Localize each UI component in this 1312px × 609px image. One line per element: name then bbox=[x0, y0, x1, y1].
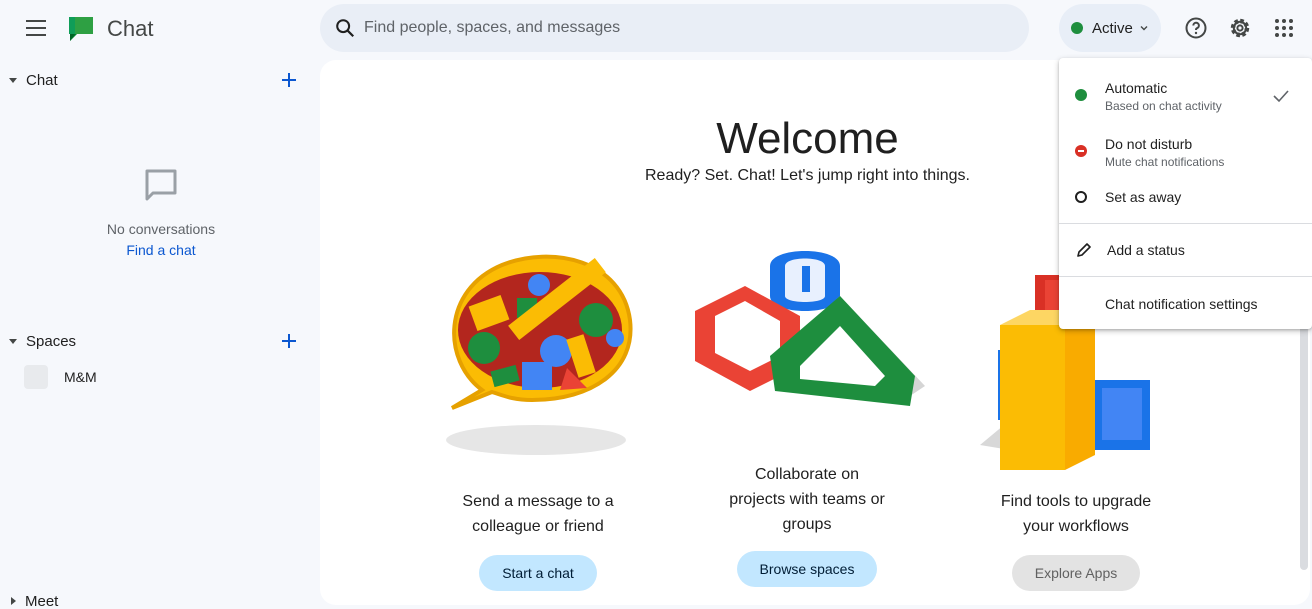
card-desc-line: Find tools to upgrade bbox=[1000, 493, 1152, 510]
explore-apps-button[interactable]: Explore Apps bbox=[1011, 555, 1141, 591]
new-space-plus-icon[interactable] bbox=[279, 331, 299, 351]
menu-divider bbox=[1059, 223, 1312, 224]
option-title: Set as away bbox=[1105, 189, 1182, 205]
collapse-triangle-icon bbox=[9, 77, 17, 83]
status-button[interactable]: Active bbox=[1059, 4, 1161, 52]
chevron-down-icon bbox=[1140, 26, 1148, 31]
expand-triangle-icon bbox=[11, 597, 16, 605]
search-bar[interactable] bbox=[320, 4, 1029, 52]
welcome-card-apps: Find tools to upgrade your workflows Exp… bbox=[956, 486, 1196, 591]
active-dot-icon bbox=[1075, 89, 1087, 101]
card-desc-line: your workflows bbox=[1023, 518, 1129, 535]
browse-spaces-button[interactable]: Browse spaces bbox=[736, 551, 878, 587]
chat-notification-settings-option[interactable]: Chat notification settings bbox=[1059, 290, 1312, 318]
card-desc-line: groups bbox=[782, 516, 832, 533]
card-desc-line: Send a message to a bbox=[462, 493, 614, 510]
do-not-disturb-icon bbox=[1075, 145, 1087, 157]
apps-grid-icon[interactable] bbox=[1272, 16, 1296, 40]
search-icon[interactable] bbox=[334, 17, 356, 39]
collapse-triangle-icon bbox=[9, 338, 17, 344]
menu-divider bbox=[1059, 276, 1312, 277]
status-menu: Automatic Based on chat activity Do not … bbox=[1059, 58, 1312, 329]
space-avatar bbox=[24, 365, 48, 389]
sidebar: Chat No conversations Find a chat Spaces… bbox=[0, 58, 320, 609]
notification-settings-label: Chat notification settings bbox=[1105, 296, 1258, 312]
chat-section-header[interactable]: Chat bbox=[0, 66, 320, 94]
card-desc-line: projects with teams or bbox=[729, 491, 885, 508]
status-label: Active bbox=[1092, 19, 1133, 37]
collaborate-illustration bbox=[695, 251, 925, 406]
spaces-section-title: Spaces bbox=[26, 332, 77, 350]
add-status-label: Add a status bbox=[1107, 242, 1185, 258]
option-subtitle: Based on chat activity bbox=[1105, 99, 1222, 113]
spaces-section-header[interactable]: Spaces bbox=[0, 327, 320, 355]
add-status-option[interactable]: Add a status bbox=[1059, 236, 1312, 264]
welcome-card-spaces: Collaborate on projects with teams or gr… bbox=[687, 462, 927, 587]
card-desc-line: colleague or friend bbox=[472, 518, 604, 535]
option-title: Do not disturb bbox=[1105, 136, 1193, 152]
status-option-automatic[interactable]: Automatic Based on chat activity bbox=[1059, 74, 1312, 118]
meet-section-header[interactable]: Meet bbox=[0, 587, 320, 609]
chat-logo-icon bbox=[69, 17, 93, 41]
new-chat-plus-icon[interactable] bbox=[279, 70, 299, 90]
app-header: Chat Active bbox=[0, 0, 1312, 58]
main-scrollbar[interactable] bbox=[1300, 320, 1308, 570]
meet-section-title: Meet bbox=[25, 592, 59, 609]
option-title: Automatic bbox=[1105, 80, 1168, 96]
space-name: M&M bbox=[64, 369, 97, 385]
status-dot-icon bbox=[1071, 22, 1083, 34]
empty-chat-state: No conversations Find a chat bbox=[0, 166, 322, 260]
away-circle-icon bbox=[1075, 191, 1087, 203]
app-title: Chat bbox=[107, 16, 154, 41]
sidebar-item-space[interactable]: M&M bbox=[24, 365, 97, 389]
help-icon[interactable] bbox=[1184, 16, 1208, 40]
no-conversations-text: No conversations bbox=[106, 221, 216, 237]
welcome-card-message: Send a message to a colleague or friend … bbox=[418, 486, 658, 591]
message-bubble-illustration bbox=[446, 254, 633, 455]
status-option-do-not-disturb[interactable]: Do not disturb Mute chat notifications bbox=[1059, 130, 1312, 174]
start-a-chat-button[interactable]: Start a chat bbox=[479, 555, 597, 591]
check-icon bbox=[1273, 90, 1289, 103]
gear-icon[interactable] bbox=[1228, 16, 1252, 40]
status-option-away[interactable]: Set as away bbox=[1059, 182, 1312, 212]
chat-section-title: Chat bbox=[26, 71, 58, 89]
chat-bubble-icon bbox=[145, 169, 177, 201]
find-a-chat-link[interactable]: Find a chat bbox=[126, 242, 195, 258]
option-subtitle: Mute chat notifications bbox=[1105, 155, 1225, 169]
pencil-icon bbox=[1077, 243, 1091, 257]
search-input[interactable] bbox=[364, 19, 964, 37]
card-desc-line: Collaborate on bbox=[754, 466, 860, 483]
menu-icon[interactable] bbox=[22, 16, 50, 40]
